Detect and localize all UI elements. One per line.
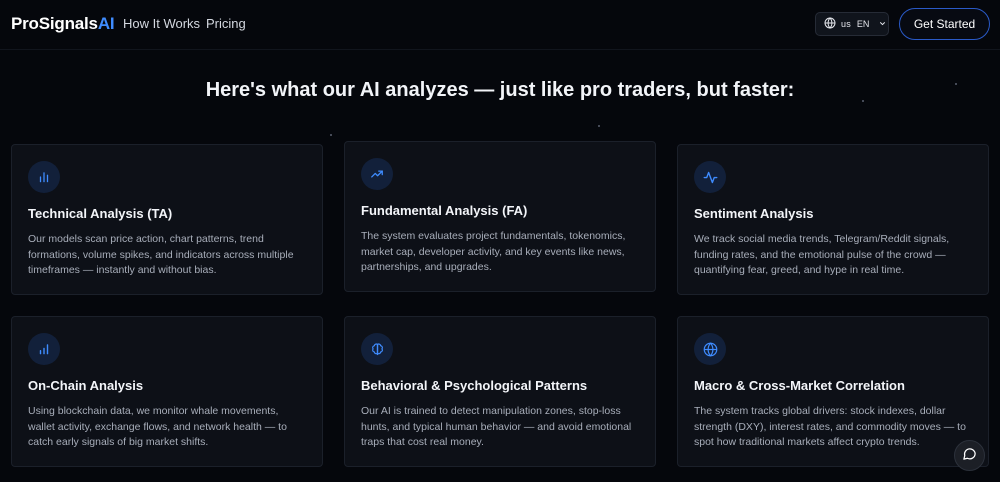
card-title: Behavioral & Psychological Patterns [361, 378, 588, 393]
signal-bars-icon [28, 333, 60, 365]
card-description: The system evaluates project fundamental… [361, 230, 626, 273]
bar-chart-icon [28, 161, 60, 193]
get-started-button[interactable]: Get Started [899, 8, 990, 40]
trending-up-icon [361, 158, 393, 190]
globe-icon [824, 17, 836, 31]
nav-pricing[interactable]: Pricing [206, 16, 246, 31]
globe-icon [694, 333, 726, 365]
card-title: Technical Analysis (TA) [28, 206, 173, 221]
nav-how-it-works[interactable]: How It Works [123, 16, 200, 31]
card-description: Our AI is trained to detect manipulation… [361, 405, 632, 448]
language-region: us [841, 19, 851, 29]
pulse-icon [694, 161, 726, 193]
feature-card-fundamental-analysis: Fundamental Analysis (FA) The system eva… [344, 141, 656, 292]
card-title: Fundamental Analysis (FA) [361, 203, 528, 218]
card-description: Our models scan price action, chart patt… [28, 233, 294, 276]
card-title: Sentiment Analysis [694, 206, 814, 221]
feature-card-macro-correlation: Macro & Cross-Market Correlation The sys… [677, 316, 989, 467]
section-headline: Here's what our AI analyzes — just like … [205, 79, 795, 101]
brain-icon [361, 333, 393, 365]
top-nav-bar: ProSignalsAI How It Works Pricing us EN … [0, 0, 1000, 50]
brand-logo[interactable]: ProSignalsAI [11, 14, 115, 34]
card-title: On-Chain Analysis [28, 378, 144, 393]
chat-button[interactable] [954, 440, 985, 471]
language-label: EN [856, 19, 870, 29]
language-selector[interactable]: us EN [815, 12, 889, 36]
card-description: Using blockchain data, we monitor whale … [28, 405, 287, 448]
card-description: The system tracks global drivers: stock … [694, 405, 966, 448]
background-star [330, 134, 332, 136]
feature-card-on-chain-analysis: On-Chain Analysis Using blockchain data,… [11, 316, 323, 467]
feature-card-behavioral-patterns: Behavioral & Psychological Patterns Our … [344, 316, 656, 467]
logo-accent: AI [97, 14, 115, 33]
chat-bubble-icon [962, 446, 977, 466]
card-description: We track social media trends, Telegram/R… [694, 233, 950, 276]
card-title: Macro & Cross-Market Correlation [694, 378, 905, 393]
background-star [598, 125, 600, 127]
feature-card-sentiment-analysis: Sentiment Analysis We track social media… [677, 144, 989, 295]
logo-text: ProSignals [11, 14, 98, 33]
feature-card-technical-analysis: Technical Analysis (TA) Our models scan … [11, 144, 323, 295]
chevron-down-icon [878, 19, 887, 30]
